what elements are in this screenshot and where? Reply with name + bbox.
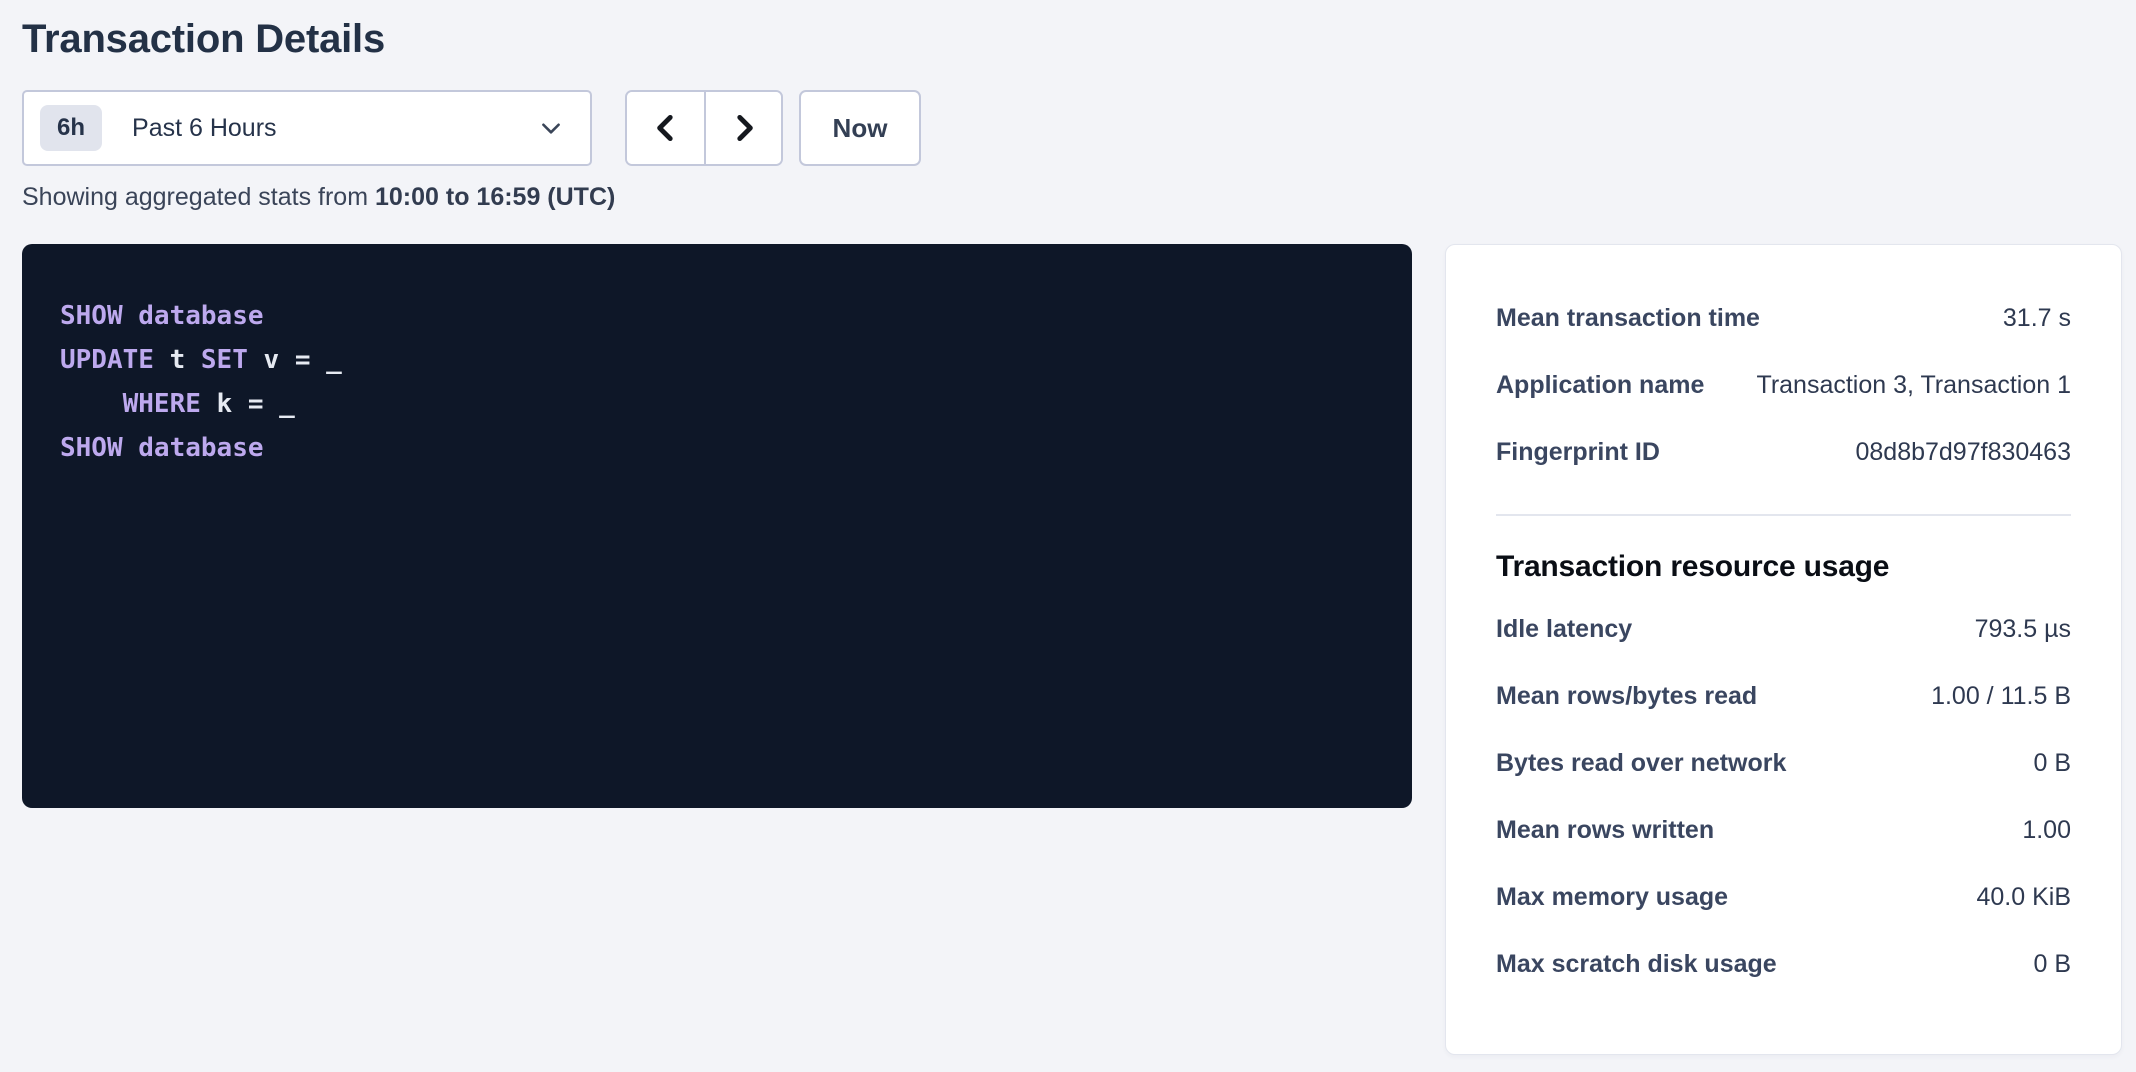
stat-label: Mean rows/bytes read bbox=[1496, 682, 1757, 711]
sql-text: k = _ bbox=[201, 389, 295, 419]
stat-label: Max scratch disk usage bbox=[1496, 950, 1777, 979]
stat-label: Fingerprint ID bbox=[1496, 438, 1660, 467]
sql-code-line: UPDATE t SET v = _ bbox=[60, 338, 1374, 382]
sql-code-line: WHERE k = _ bbox=[60, 382, 1374, 426]
panel-divider bbox=[1496, 514, 2071, 516]
stat-value: 1.00 / 11.5 B bbox=[1931, 682, 2071, 711]
sql-keyword: UPDATE bbox=[60, 345, 154, 375]
resource-rows: Idle latency 793.5 µs Mean rows/bytes read… bbox=[1496, 596, 2071, 998]
sql-keyword: database bbox=[138, 433, 263, 463]
sql-keyword: SHOW bbox=[60, 301, 123, 331]
prev-interval-button[interactable] bbox=[627, 92, 704, 164]
interval-arrow-group bbox=[625, 90, 783, 166]
resource-row: Bytes read over network 0 B bbox=[1496, 730, 2071, 797]
time-controls: 6h Past 6 Hours bbox=[22, 90, 2122, 166]
stat-value: Transaction 3, Transaction 1 bbox=[1756, 371, 2071, 400]
sql-keyword: SHOW bbox=[60, 433, 123, 463]
sql-text: t bbox=[154, 345, 201, 375]
next-interval-button[interactable] bbox=[704, 92, 781, 164]
stat-label: Max memory usage bbox=[1496, 883, 1728, 912]
sql-code-line: SHOW database bbox=[60, 294, 1374, 338]
stat-value: 1.00 bbox=[2022, 816, 2071, 845]
resource-row: Mean rows written 1.00 bbox=[1496, 797, 2071, 864]
chevron-down-icon bbox=[538, 115, 564, 141]
time-range-badge: 6h bbox=[40, 105, 102, 151]
resource-usage-heading: Transaction resource usage bbox=[1496, 548, 2071, 586]
resource-row: Idle latency 793.5 µs bbox=[1496, 596, 2071, 663]
time-range-dropdown[interactable]: 6h Past 6 Hours bbox=[22, 90, 592, 166]
stat-value: 0 B bbox=[2033, 950, 2071, 979]
stat-value: 0 B bbox=[2033, 749, 2071, 778]
stat-value: 40.0 KiB bbox=[1976, 883, 2071, 912]
resource-row: Mean rows/bytes read 1.00 / 11.5 B bbox=[1496, 663, 2071, 730]
stat-label: Idle latency bbox=[1496, 615, 1632, 644]
sql-keyword: database bbox=[138, 301, 263, 331]
sql-text bbox=[123, 301, 139, 331]
sql-text bbox=[60, 389, 123, 419]
summary-row: Mean transaction time 31.7 s bbox=[1496, 285, 2071, 352]
resource-row: Max memory usage 40.0 KiB bbox=[1496, 864, 2071, 931]
chevron-right-icon bbox=[727, 111, 761, 145]
sql-statements-box: SHOW databaseUPDATE t SET v = _ WHERE k … bbox=[22, 244, 1412, 808]
stat-value: 08d8b7d97f830463 bbox=[1855, 438, 2071, 467]
summary-rows: Mean transaction time 31.7 s Application n… bbox=[1496, 285, 2071, 486]
stat-label: Application name bbox=[1496, 371, 1704, 400]
transaction-summary-panel: Mean transaction time 31.7 s Application n… bbox=[1445, 244, 2122, 1055]
stat-label: Mean transaction time bbox=[1496, 304, 1760, 333]
resource-row: Max scratch disk usage 0 B bbox=[1496, 931, 2071, 998]
summary-row: Fingerprint ID 08d8b7d97f830463 bbox=[1496, 419, 2071, 486]
sql-code: SHOW databaseUPDATE t SET v = _ WHERE k … bbox=[60, 294, 1374, 470]
transaction-details-page: Transaction Details 6h Past 6 Hours bbox=[0, 0, 2136, 1055]
now-button[interactable]: Now bbox=[799, 90, 921, 166]
sql-keyword: WHERE bbox=[123, 389, 201, 419]
summary-row: Application name Transaction 3, Transacti… bbox=[1496, 352, 2071, 419]
aggregated-stats-prefix: Showing aggregated stats from bbox=[22, 183, 375, 211]
time-range-label: Past 6 Hours bbox=[132, 114, 538, 143]
chevron-left-icon bbox=[649, 111, 683, 145]
stat-label: Mean rows written bbox=[1496, 816, 1714, 845]
aggregated-stats-range: 10:00 to 16:59 (UTC) bbox=[375, 183, 615, 211]
sql-text bbox=[123, 433, 139, 463]
stat-label: Bytes read over network bbox=[1496, 749, 1786, 778]
sql-keyword: SET bbox=[201, 345, 248, 375]
page-title: Transaction Details bbox=[22, 16, 2122, 62]
sql-code-line: SHOW database bbox=[60, 426, 1374, 470]
stat-value: 31.7 s bbox=[2003, 304, 2071, 333]
content-columns: SHOW databaseUPDATE t SET v = _ WHERE k … bbox=[22, 244, 2122, 1055]
aggregated-stats-text: Showing aggregated stats from 10:00 to 1… bbox=[22, 180, 2122, 214]
stat-value: 793.5 µs bbox=[1975, 615, 2071, 644]
sql-text: v = _ bbox=[248, 345, 342, 375]
